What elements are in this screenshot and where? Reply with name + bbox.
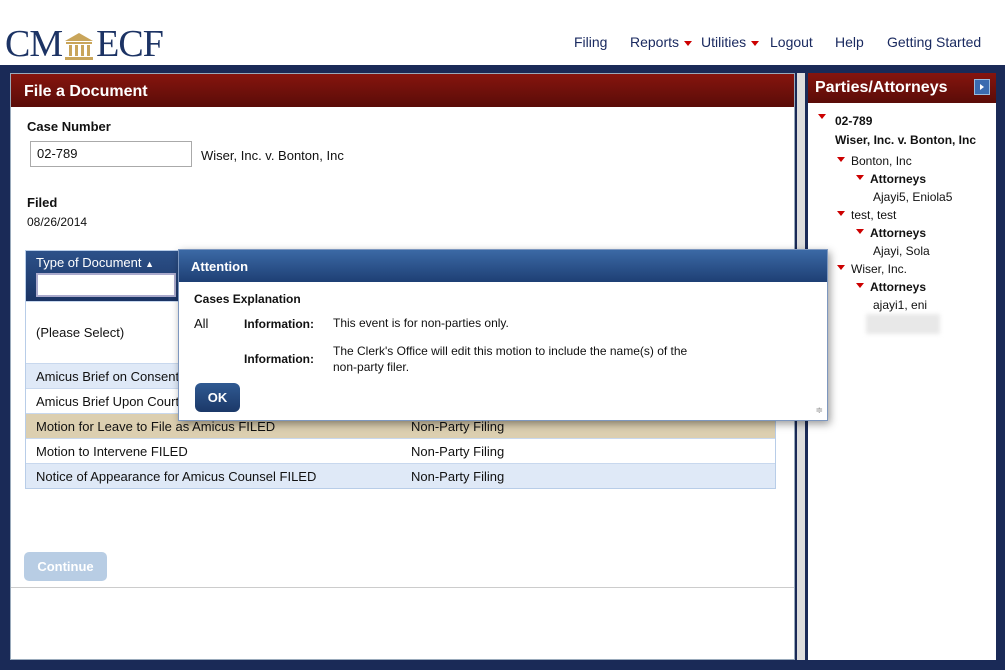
caret-down-icon[interactable]: [837, 265, 845, 270]
tree-attorney[interactable]: Ajayi, Sola: [873, 244, 930, 258]
doc-name: (Please Select): [36, 325, 125, 340]
doc-category: Non-Party Filing: [411, 419, 505, 434]
tree-case-name: Wiser, Inc. v. Bonton, Inc: [835, 133, 977, 147]
tree-attorneys-label: Attorneys: [870, 280, 927, 294]
nav-label: Reports: [630, 34, 680, 50]
redacted-text: [866, 314, 940, 334]
tree-party[interactable]: Bonton, Inc: [851, 154, 912, 168]
filed-date: 08/26/2014: [27, 215, 88, 229]
caret-down-icon[interactable]: [837, 157, 845, 162]
resize-handle-icon[interactable]: ≑: [815, 405, 823, 416]
header: CM ECF Filing Reports Utilities Logout H…: [0, 0, 1005, 65]
tree-attorneys-label: Attorneys: [870, 226, 927, 240]
panel-title: File a Document: [11, 74, 794, 107]
info-label: Information:: [244, 352, 314, 366]
nav-utilities[interactable]: Utilities: [701, 34, 760, 50]
caret-down-icon[interactable]: [856, 175, 864, 180]
nav-filing[interactable]: Filing: [574, 34, 607, 50]
ok-button[interactable]: OK: [195, 383, 240, 412]
parties-title-text: Parties/Attorneys: [815, 79, 948, 96]
doc-name: Motion for Leave to File as Amicus FILED: [36, 419, 276, 434]
nav-reports[interactable]: Reports: [630, 34, 693, 50]
case-number-label: Case Number: [27, 119, 111, 134]
parties-attorneys-panel: Parties/Attorneys 02-789 Wiser, Inc. v. …: [808, 73, 996, 660]
tree-attorney[interactable]: ajayi1, eni: [873, 298, 927, 312]
tree-attorney[interactable]: Ajayi5, Eniola5: [873, 190, 952, 204]
info-text-line1: The Clerk's Office will edit this motion…: [333, 344, 688, 358]
doc-name: Motion to Intervene FILED: [36, 444, 188, 459]
caret-down-icon: [684, 40, 693, 46]
parties-title: Parties/Attorneys: [808, 73, 996, 103]
info-text-line2: non-party filer.: [333, 360, 410, 374]
tree-case-number: 02-789: [835, 114, 873, 128]
caret-down-icon: [751, 40, 760, 46]
divider: [11, 587, 794, 588]
caret-down-icon[interactable]: [818, 114, 826, 119]
courthouse-icon: [65, 33, 94, 60]
case-number-input[interactable]: 02-789: [30, 141, 192, 167]
doc-name: Amicus Brief on Consent: [36, 369, 180, 384]
nav-help[interactable]: Help: [835, 34, 864, 50]
info-text: This event is for non-parties only.: [333, 316, 509, 330]
caret-down-icon[interactable]: [856, 283, 864, 288]
doc-category: Non-Party Filing: [411, 469, 505, 484]
expand-arrow-icon[interactable]: [974, 79, 990, 95]
case-name: Wiser, Inc. v. Bonton, Inc: [201, 148, 344, 163]
nav-getting-started[interactable]: Getting Started: [887, 34, 981, 50]
cmecf-logo: CM ECF: [5, 22, 164, 66]
tree-party[interactable]: Wiser, Inc.: [851, 262, 907, 276]
doc-name: Amicus Brief Upon Court: [36, 394, 180, 409]
tree-party[interactable]: test, test: [851, 208, 896, 222]
info-label: Information:: [244, 317, 314, 331]
attention-dialog: Attention Cases Explanation All Informat…: [178, 249, 828, 421]
table-row[interactable]: Notice of Appearance for Amicus Counsel …: [26, 463, 775, 488]
caret-down-icon[interactable]: [856, 229, 864, 234]
dialog-title: Attention: [179, 250, 827, 282]
column-header-label: Type of Document: [36, 255, 142, 270]
doc-category: Non-Party Filing: [411, 444, 505, 459]
filed-label: Filed: [27, 195, 58, 210]
dialog-heading: Cases Explanation: [194, 292, 301, 306]
table-row[interactable]: Motion to Intervene FILED Non-Party Filin…: [26, 438, 775, 463]
continue-button[interactable]: Continue: [24, 552, 107, 581]
tree-attorneys-label: Attorneys: [870, 172, 927, 186]
nav-logout[interactable]: Logout: [770, 34, 813, 50]
document-filter-input[interactable]: [36, 273, 176, 297]
doc-name: Notice of Appearance for Amicus Counsel …: [36, 469, 317, 484]
caret-down-icon[interactable]: [837, 211, 845, 216]
logo-text-left: CM: [5, 23, 63, 65]
dialog-scope: All: [194, 316, 209, 331]
nav-label: Utilities: [701, 34, 747, 50]
logo-text-right: ECF: [96, 23, 164, 65]
sort-ascending-icon: ▲: [145, 259, 155, 269]
